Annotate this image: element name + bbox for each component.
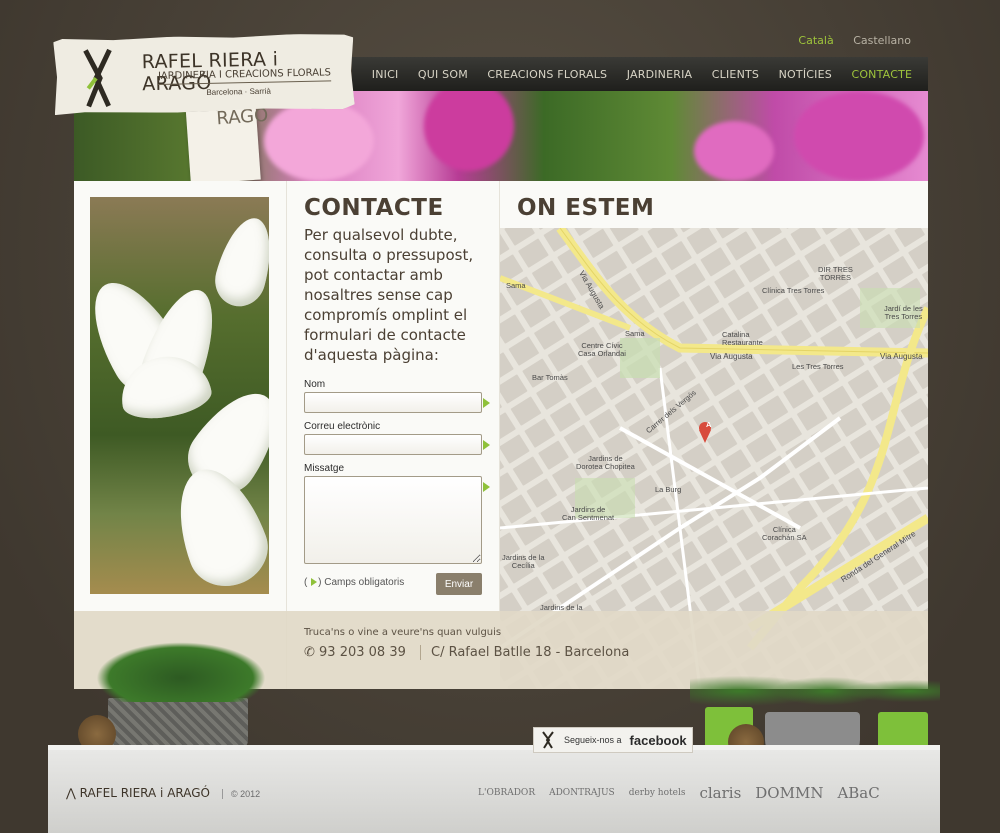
contact-title: CONTACTE — [304, 195, 444, 221]
map-title: ON ESTEM — [517, 195, 655, 221]
map-label: Clínica Tres Torres — [762, 286, 825, 295]
facebook-follow-text: Segueix-nos a — [564, 735, 622, 745]
plant-leaves — [690, 655, 940, 715]
map-label: Jardins de la Cecília — [502, 553, 545, 570]
facebook-brand: facebook — [629, 732, 687, 748]
lang-castellano[interactable]: Castellano — [853, 34, 911, 47]
required-icon — [483, 440, 490, 450]
email-input[interactable] — [304, 434, 482, 455]
map-label: Sama — [506, 281, 526, 290]
nav-qui-som[interactable]: QUI SOM — [418, 68, 468, 81]
basket-pot — [108, 698, 248, 750]
partner-logo[interactable]: ADONTRAJUS — [549, 788, 615, 798]
map-label: Jardins de Can Sentmenat — [562, 505, 615, 522]
call-prompt: Truca'ns o vine a veure'ns quan vulguis — [304, 627, 502, 638]
lily-photo — [90, 197, 269, 594]
phone-number[interactable]: ✆ 93 203 08 39 — [304, 645, 406, 660]
partner-logo[interactable]: ABaC — [837, 784, 879, 802]
footer-logo-text: RAFEL RIERA i ARAGÓ — [79, 786, 211, 800]
map-label: DIR TRES TORRES — [818, 265, 853, 282]
partner-logo[interactable]: claris — [699, 784, 741, 802]
footer-shears-icon: ⋀ — [66, 786, 76, 800]
email-label: Correu electrònic — [304, 421, 381, 432]
nav-noticies[interactable]: NOTÍCIES — [779, 68, 832, 81]
required-icon — [483, 482, 490, 492]
phone-text: 93 203 08 39 — [319, 645, 406, 660]
required-icon — [483, 398, 490, 408]
map-label: Bar Tomàs — [532, 373, 568, 382]
name-input[interactable] — [304, 392, 482, 413]
required-flag-icon — [311, 578, 318, 587]
facebook-badge[interactable]: Segueix-nos a facebook — [533, 727, 693, 753]
map-label: La Burg — [655, 485, 682, 494]
main-nav: INICI QUI SOM CREACIONS FLORALS JARDINER… — [352, 57, 928, 91]
map-label: Jardins de Dorotea Chopitea — [576, 454, 635, 471]
map-label: Centre Cívic Casa Orlandai — [578, 341, 626, 358]
map-label: Jardí de les Tres Torres — [884, 304, 923, 321]
contact-intro: Per qualsevol dubte, consulta o pressupo… — [304, 226, 474, 364]
map-label: Les Tres Torres — [792, 362, 844, 371]
copyright: © 2012 — [222, 789, 260, 799]
partner-logo[interactable]: DOMMN — [755, 784, 823, 802]
message-textarea[interactable] — [304, 476, 482, 564]
plant-leaves — [96, 642, 266, 702]
map-label: Via Augusta — [880, 352, 923, 361]
content-panel: CONTACTE Per qualsevol dubte, consulta o… — [74, 181, 928, 689]
nav-contacte[interactable]: CONTACTE — [851, 68, 912, 81]
name-label: Nom — [304, 379, 326, 390]
send-button[interactable]: Enviar — [436, 573, 482, 595]
message-label: Missatge — [304, 463, 345, 474]
language-switcher: Català Castellano — [782, 34, 911, 47]
map-label: Clínica Corachán SA — [762, 525, 807, 542]
logo-city: Barcelona · Sarrià — [206, 86, 271, 97]
footer-logo[interactable]: ⋀ RAFEL RIERA i ARAGÓ — [66, 786, 210, 800]
partner-logos: L'OBRADOR ADONTRAJUS derby hotels claris… — [478, 778, 938, 808]
nav-inici[interactable]: INICI — [372, 68, 399, 81]
partner-logo[interactable]: L'OBRADOR — [478, 788, 535, 798]
legend-open: ( — [304, 577, 308, 588]
nav-clients[interactable]: CLIENTS — [712, 68, 759, 81]
legend-text: ) Camps obligatoris — [318, 577, 405, 588]
nav-creacions-florals[interactable]: CREACIONS FLORALS — [487, 68, 607, 81]
map-label: Sama — [625, 329, 645, 338]
nav-jardineria[interactable]: JARDINERIA — [627, 68, 693, 81]
map-label: Catalina Restaurante — [722, 330, 763, 347]
lang-catala[interactable]: Català — [798, 34, 833, 47]
shears-logo-icon — [77, 48, 118, 109]
map-label: Via Augusta — [710, 352, 753, 361]
required-legend: ( ) Camps obligatoris — [304, 577, 404, 588]
shears-icon — [542, 731, 554, 749]
logo[interactable]: RAFEL RIERA i ARAGÓ JARDINERIA I CREACIO… — [53, 33, 355, 115]
address: C/ Rafael Batlle 18 - Barcelona — [420, 645, 629, 660]
map-marker-label[interactable]: A — [706, 421, 711, 429]
partner-logo[interactable]: derby hotels — [629, 788, 686, 798]
